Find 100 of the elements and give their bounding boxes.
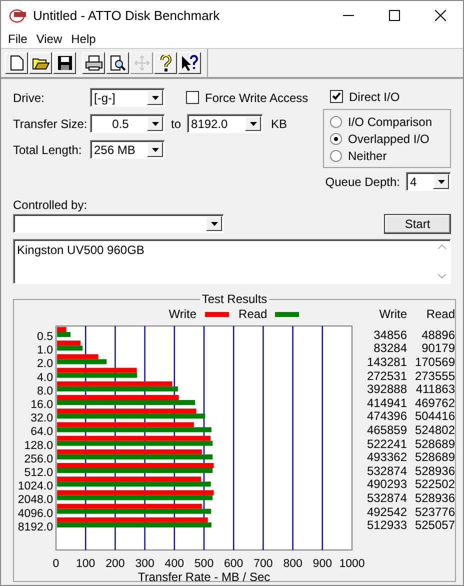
- radio-label: I/O Comparison: [348, 114, 432, 128]
- write-bar: [57, 354, 98, 360]
- minimize-icon[interactable]: [342, 15, 354, 16]
- transfer-size-label: 1.0: [37, 344, 53, 357]
- axis-tick-label: 100: [76, 558, 96, 570]
- table-cell-text: 465859: [366, 422, 407, 437]
- table-cell-text: 414941: [366, 396, 407, 410]
- axis-tick-label: 0: [52, 558, 60, 570]
- table-cell-text: 34856: [372, 328, 407, 342]
- question-mark-icon: [160, 54, 172, 72]
- queue-depth-dropdown[interactable]: 4: [406, 172, 451, 191]
- radio-button[interactable]: [330, 150, 342, 162]
- checkbox[interactable]: [330, 90, 343, 103]
- axis-tick-label: 400: [164, 558, 184, 570]
- transfer-size-label: 32.0: [30, 412, 53, 425]
- axis-tick-label: 600: [224, 558, 244, 570]
- total-length-dropdown[interactable]: 256 MB: [90, 140, 165, 159]
- read-bar: [57, 332, 70, 337]
- axis-tick-label: 200: [106, 558, 125, 570]
- legend-label: Read: [238, 307, 268, 321]
- checkbox-label: Direct I/O: [349, 90, 400, 104]
- read-bar: [57, 359, 107, 364]
- table-cell-text: 528689: [414, 436, 455, 451]
- app-icon: [9, 8, 27, 22]
- start-button[interactable]: Start: [384, 214, 451, 234]
- axis-title: Transfer Rate - MB / Sec: [138, 570, 270, 584]
- table-cell-text: 273555: [414, 368, 455, 383]
- transfer-size-label: 512.0: [24, 467, 53, 479]
- radio-label: Neither: [348, 148, 387, 162]
- table-cell-text: 272531: [366, 368, 407, 383]
- transfer-size-label: 2.0: [37, 358, 53, 370]
- table-cell-text: 528936: [414, 490, 455, 505]
- radio-button[interactable]: [330, 116, 342, 128]
- range-label: to: [171, 116, 182, 130]
- table-cell-text: 48896: [420, 328, 455, 342]
- caret-icon: [152, 148, 158, 152]
- table-cell-text: 504416: [414, 409, 455, 424]
- transfer-size-label: 1024.0: [18, 480, 53, 493]
- table-cell-text: 522241: [366, 436, 407, 451]
- toolbar-button[interactable]: [154, 52, 177, 74]
- table-cell-text: 532874: [366, 490, 407, 505]
- toolbar-button[interactable]: [53, 52, 76, 74]
- table-cell-text: 170569: [414, 354, 455, 369]
- transfer-size-label: 4096.0: [18, 508, 53, 520]
- transfer-size-label: 2048.0: [18, 494, 53, 506]
- table-cell-text: 528689: [414, 450, 455, 464]
- write-bar: [57, 327, 66, 332]
- transfer-size-label: 64.0: [30, 426, 53, 438]
- table-cell-text: 143281: [366, 354, 407, 369]
- table-cell-text: 492542: [366, 504, 407, 519]
- toolbar-button[interactable]: [82, 52, 105, 74]
- menu-item[interactable]: File: [6, 32, 34, 46]
- table-cell-text: 532874: [366, 464, 407, 478]
- menu-item[interactable]: View: [34, 32, 70, 46]
- table-cell-text: 490293: [366, 477, 407, 492]
- transfer-size-label: 8.0: [37, 385, 53, 398]
- table-cell-text: 528936: [414, 464, 455, 478]
- axis-tick-label: 900: [312, 558, 332, 570]
- axis-tick-label: 700: [254, 558, 273, 570]
- window-title: Untitled - ATTO Disk Benchmark: [33, 8, 221, 23]
- toolbar-button[interactable]: [178, 52, 201, 74]
- menu-item[interactable]: Help: [69, 32, 103, 46]
- transfer-size-label: 16.0: [30, 399, 53, 411]
- toolbar-button[interactable]: [29, 52, 52, 74]
- axis-tick-label: 1000: [339, 558, 365, 570]
- transfer-size-from-dropdown[interactable]: 0.5: [90, 114, 165, 133]
- close-icon[interactable]: [434, 10, 446, 21]
- axis-tick-label: 800: [283, 558, 302, 570]
- radio-button[interactable]: [330, 132, 342, 144]
- table-cell-text: 512933: [366, 518, 407, 532]
- axis-tick-label: 300: [135, 558, 154, 570]
- panel-title: Test Results: [200, 292, 268, 306]
- transfer-size-label: 0.5: [37, 331, 53, 343]
- table-cell-text: 522502: [414, 477, 455, 492]
- maximize-icon[interactable]: [388, 10, 400, 21]
- table-cell-text: 524802: [414, 422, 455, 437]
- drive-dropdown[interactable]: [-g-]: [90, 88, 165, 107]
- toolbar-button[interactable]: [5, 52, 28, 74]
- column-header: Read: [425, 307, 455, 321]
- controlled-by-dropdown[interactable]: [13, 214, 224, 233]
- table-cell-text: 523776: [414, 504, 455, 519]
- read-bar: [57, 346, 83, 351]
- table-cell-text: 469762: [414, 396, 455, 410]
- table-cell-text: 392888: [366, 382, 407, 396]
- checkbox[interactable]: [186, 91, 199, 104]
- four-arrows-icon: [134, 55, 150, 71]
- table-cell-text: 525057: [414, 518, 455, 532]
- transfer-size-to-dropdown[interactable]: 8192.0: [187, 114, 264, 133]
- blank-page-icon: [10, 55, 24, 71]
- toolbar-button[interactable]: [106, 52, 129, 74]
- write-bar: [57, 340, 81, 346]
- field-label: Total Length:: [13, 142, 83, 156]
- arrow-question-icon: [180, 54, 198, 72]
- page-magnifier-icon: [110, 55, 126, 71]
- caret-icon: [250, 122, 257, 126]
- caret-icon: [152, 122, 158, 126]
- transfer-size-label: 128.0: [24, 440, 53, 452]
- field-label: Drive:: [13, 90, 46, 104]
- field-label: Queue Depth:: [325, 174, 400, 188]
- checkmark-icon: [332, 92, 341, 101]
